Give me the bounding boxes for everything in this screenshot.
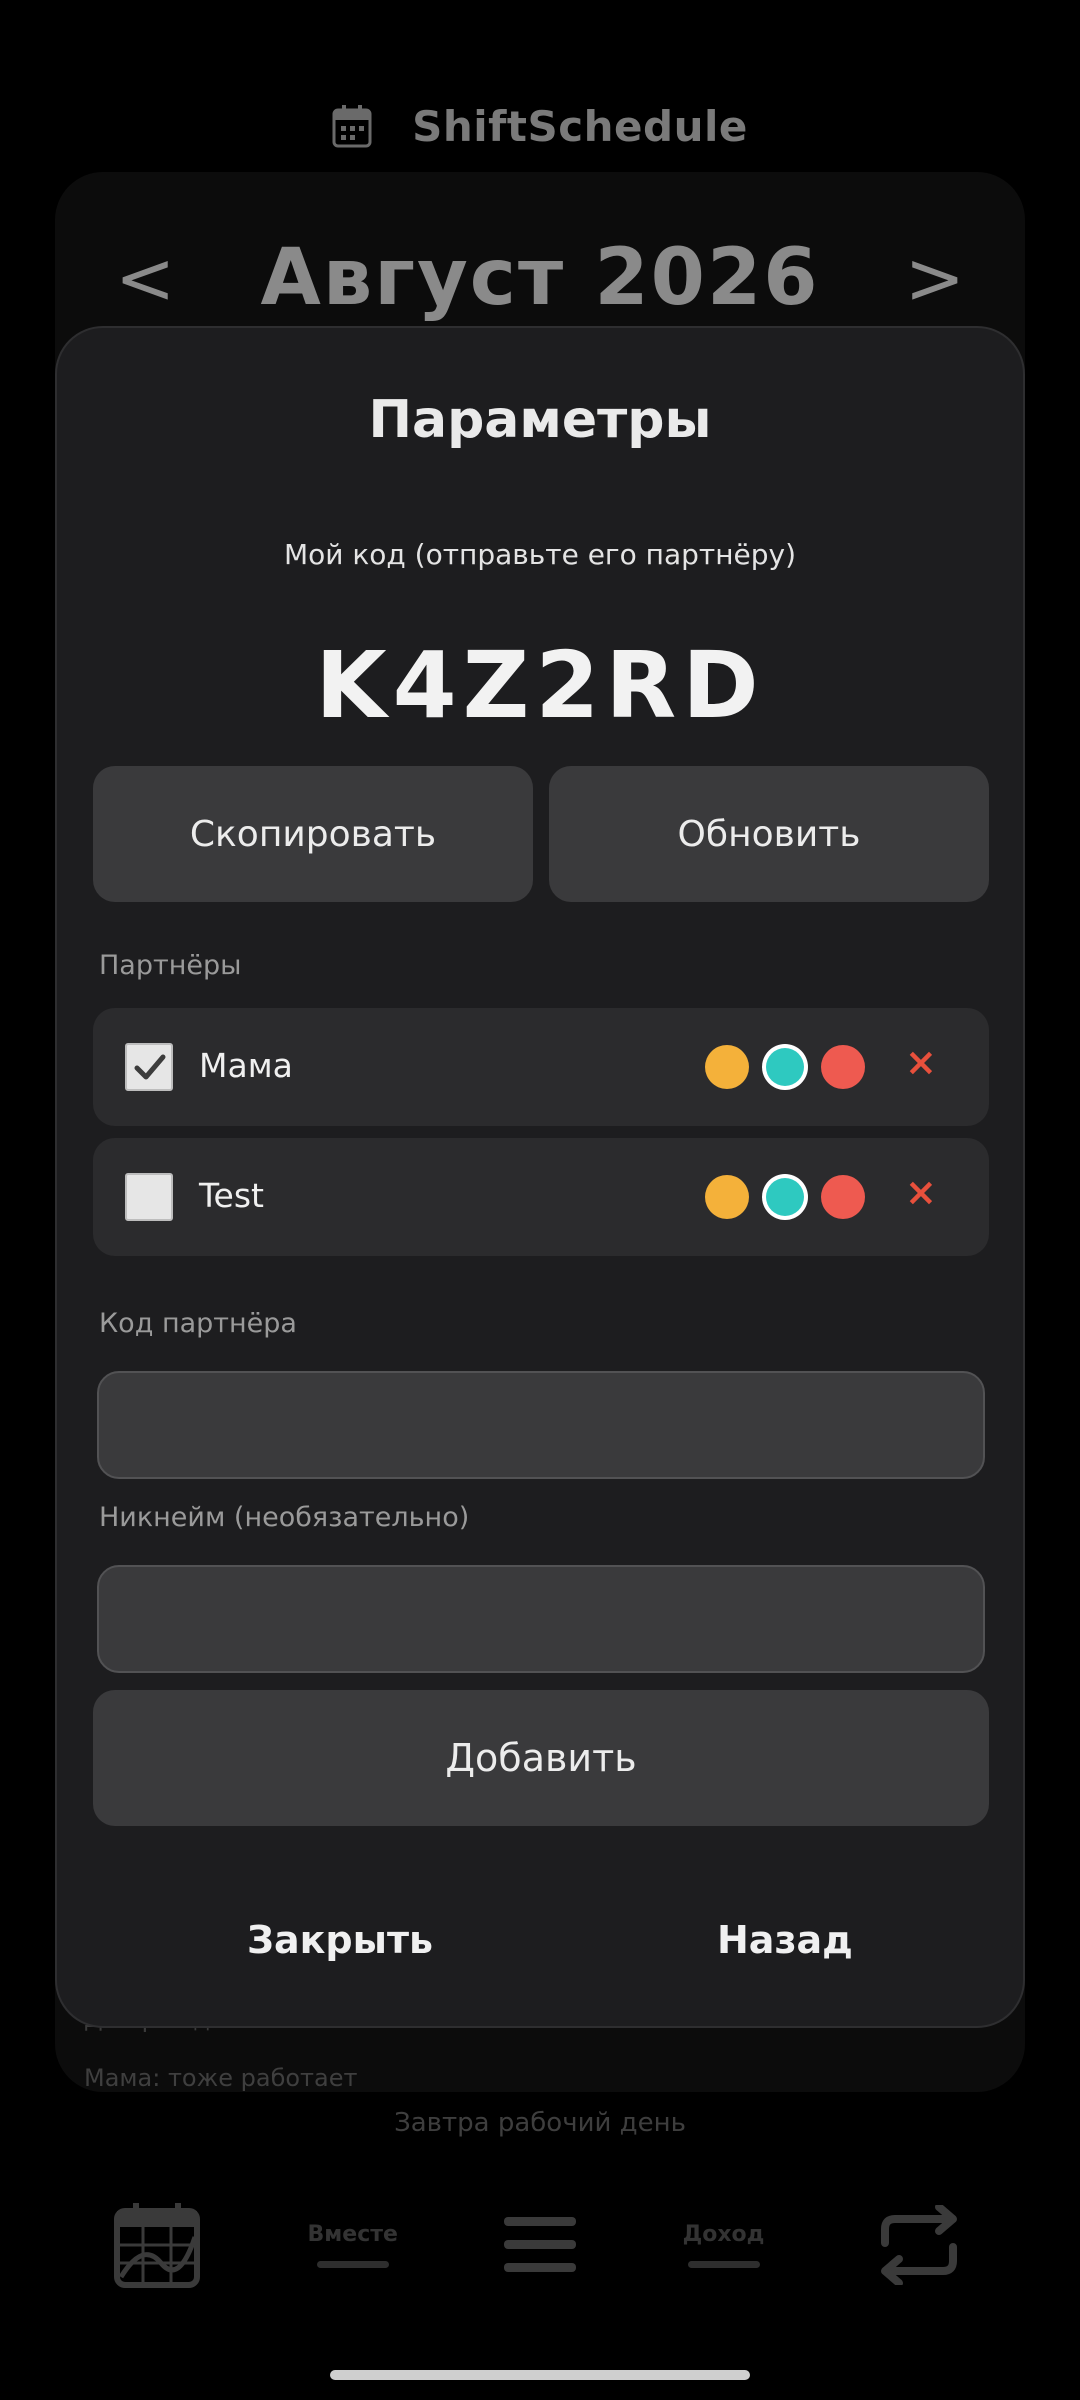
next-month-button[interactable]: > — [905, 236, 965, 320]
bg-partner-status-text: Мама: тоже работает — [84, 2064, 358, 2092]
color-teal-option-selected[interactable] — [766, 1048, 804, 1086]
color-teal-option-selected[interactable] — [766, 1178, 804, 1216]
menu-icon[interactable] — [504, 2215, 577, 2275]
color-orange-option[interactable] — [705, 1045, 749, 1089]
refresh-button[interactable]: Обновить — [549, 766, 989, 902]
nav-together[interactable]: Вместе — [308, 2222, 398, 2268]
my-code-value: K4Z2RD — [315, 632, 765, 739]
prev-month-button[interactable]: < — [115, 236, 175, 320]
copy-button[interactable]: Скопировать — [93, 766, 533, 902]
settings-dialog: Параметры Мой код (отправьте его партнёр… — [55, 326, 1025, 2028]
calendar-nav-icon[interactable] — [113, 2201, 201, 2289]
checkmark-icon — [134, 1054, 166, 1080]
dialog-title: Параметры — [368, 390, 712, 450]
tomorrow-status-text: Завтра рабочий день — [394, 2108, 686, 2138]
nav-income[interactable]: Доход — [682, 2222, 765, 2268]
nav-income-label: Доход — [682, 2222, 765, 2247]
add-partner-button[interactable]: Добавить — [93, 1690, 989, 1826]
partner-row: Мама × — [93, 1008, 989, 1126]
partners-label: Партнёры — [99, 950, 242, 981]
month-navigator: < Август 2026 > — [55, 228, 1025, 328]
my-code-label: Мой код (отправьте его партнёру) — [283, 538, 797, 571]
partner-checkbox[interactable] — [125, 1043, 173, 1091]
app-title: ShiftSchedule — [412, 101, 748, 151]
nav-together-label: Вместе — [307, 2222, 398, 2247]
partner-name: Test — [199, 1176, 264, 1215]
home-indicator[interactable] — [330, 2370, 750, 2380]
close-button[interactable]: Закрыть — [247, 1918, 433, 1962]
partner-name: Мама — [199, 1046, 293, 1085]
nickname-label: Никнейм (необязательно) — [99, 1502, 470, 1533]
partner-code-input[interactable] — [97, 1371, 985, 1479]
month-title: Август 2026 — [260, 233, 820, 323]
partner-code-label: Код партнёра — [99, 1308, 297, 1339]
color-red-option[interactable] — [821, 1175, 865, 1219]
partner-checkbox[interactable] — [125, 1173, 173, 1221]
nickname-input[interactable] — [97, 1565, 985, 1673]
color-red-option[interactable] — [821, 1045, 865, 1089]
partner-row: Test × — [93, 1138, 989, 1256]
nav-income-indicator — [687, 2261, 760, 2268]
remove-partner-icon[interactable]: × — [905, 1170, 937, 1214]
calendar-icon — [332, 105, 372, 148]
app-header: ShiftSchedule — [0, 96, 1080, 156]
bottom-nav: Вместе Доход — [0, 2190, 1080, 2300]
nav-together-indicator — [316, 2261, 389, 2268]
back-button[interactable]: Назад — [717, 1918, 853, 1962]
sync-icon[interactable] — [871, 2205, 967, 2285]
remove-partner-icon[interactable]: × — [905, 1040, 937, 1084]
color-orange-option[interactable] — [705, 1175, 749, 1219]
